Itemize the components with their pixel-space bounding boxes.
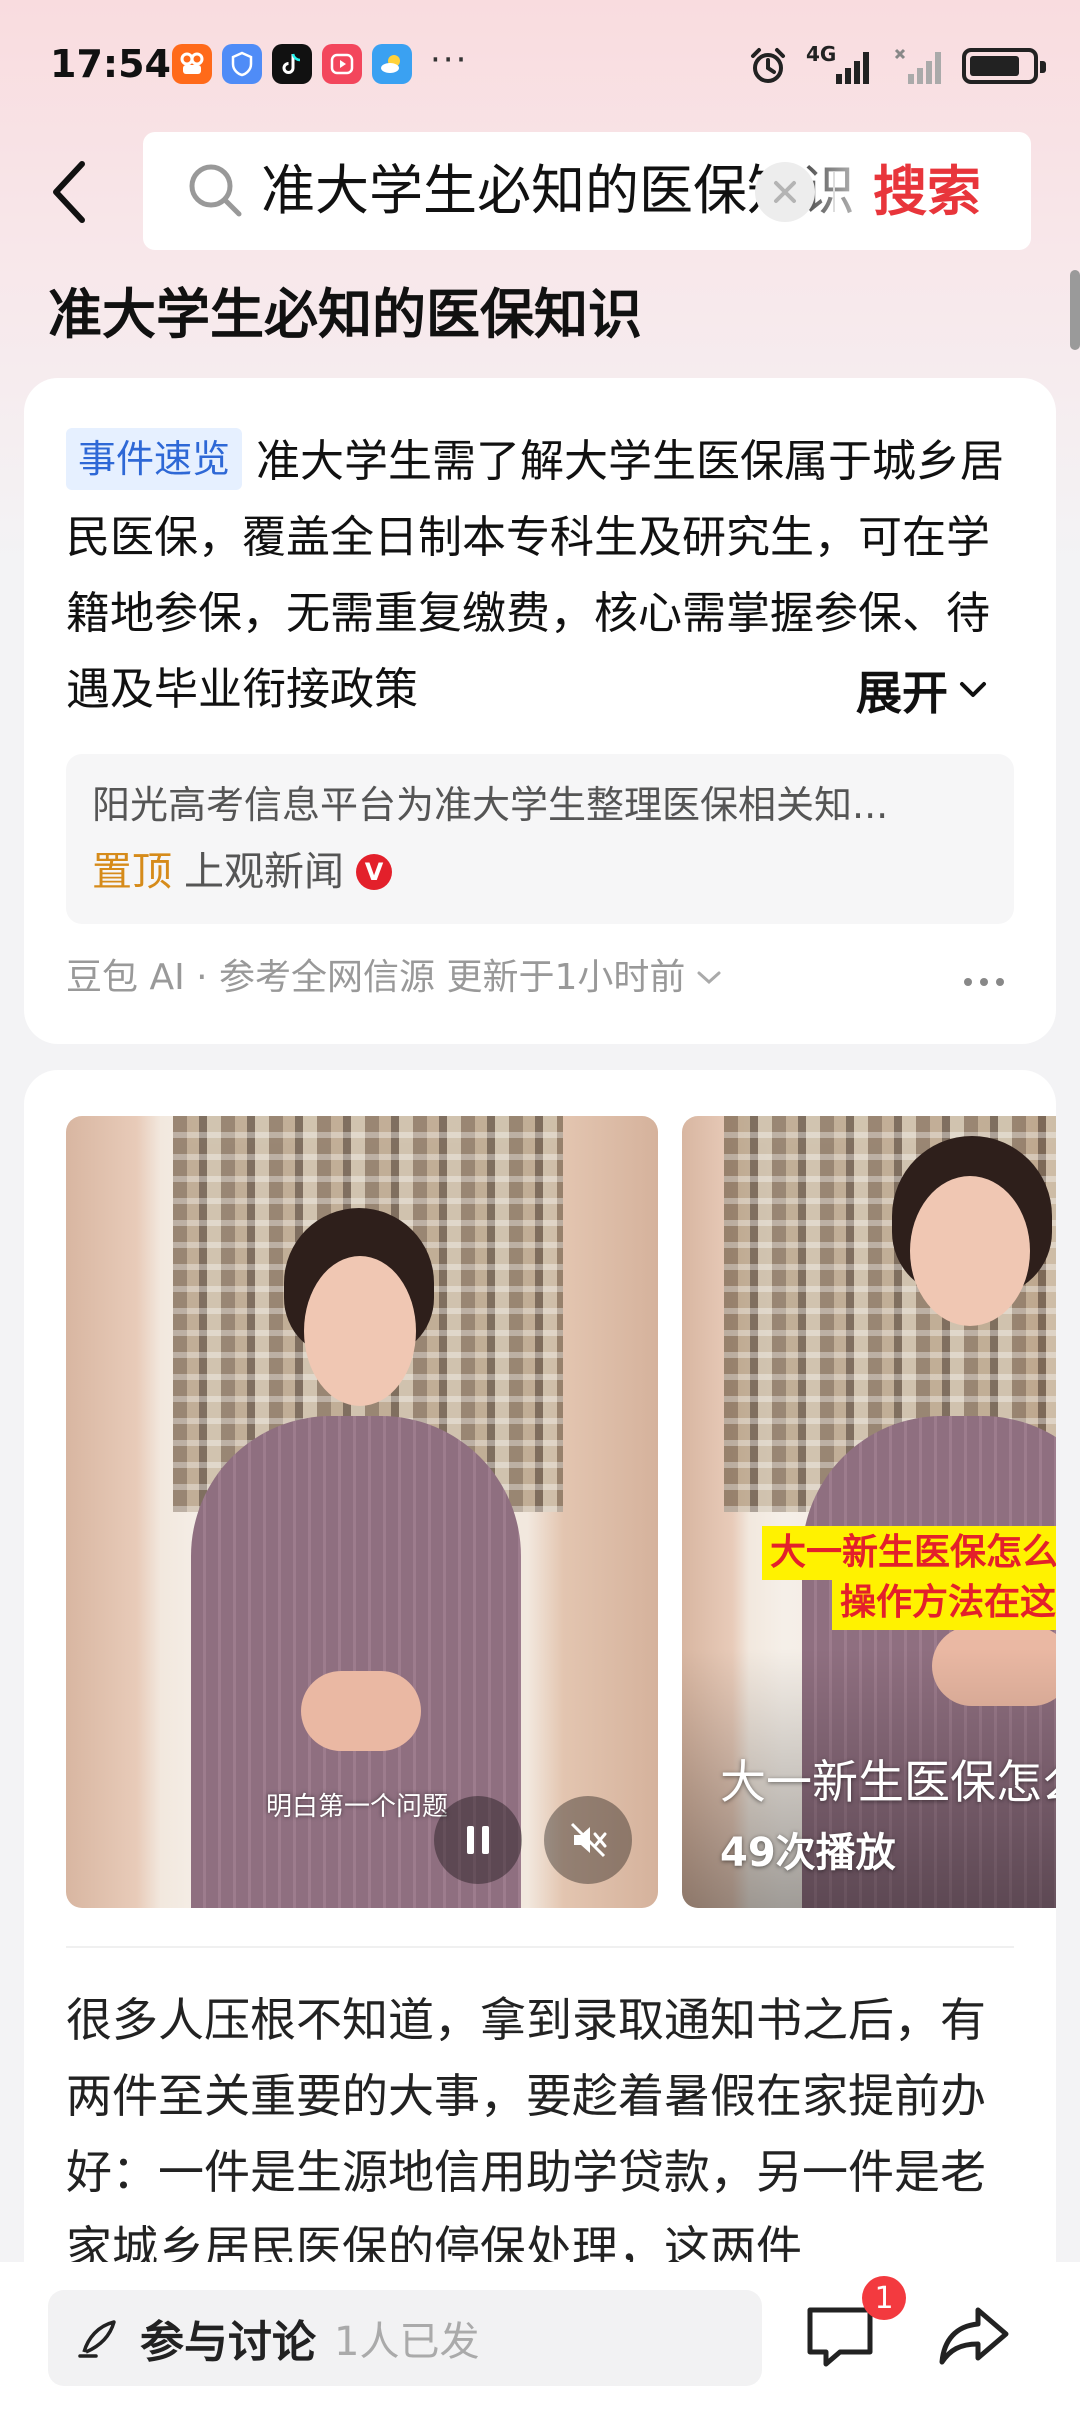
- join-discussion-input[interactable]: 参与讨论 1人已发: [48, 2290, 762, 2386]
- search-bar[interactable]: 准大学生必知的医保知识 搜索: [143, 132, 1031, 250]
- divider: [66, 1946, 1014, 1948]
- source-meta: 置顶 上观新闻 V: [92, 842, 392, 902]
- source-item[interactable]: 阳光高考信息平台为准大学生整理医保相关知... 置顶 上观新闻 V: [66, 754, 1014, 924]
- alarm-icon: [751, 48, 785, 83]
- signal-2-icon: [894, 48, 941, 84]
- verified-badge-icon: V: [356, 854, 392, 890]
- search-divider: [833, 172, 835, 212]
- mute-icon: [570, 1822, 607, 1858]
- pause-button[interactable]: [434, 1796, 522, 1884]
- search-icon: [189, 164, 242, 217]
- event-summary-card: 事件速览 准大学生需了解大学生医保属于城乡居民医保，覆盖全日制本专科生及研究生，可…: [24, 378, 1056, 1044]
- pinned-tag: 置顶: [92, 849, 172, 895]
- page-title: 准大学生必知的医保知识: [48, 283, 642, 346]
- status-bar: 17:54 ··· 4G: [0, 0, 1080, 130]
- scrollbar[interactable]: [1070, 270, 1080, 350]
- more-dots-icon: [964, 978, 1004, 986]
- video-overlay-caption-2: 操作方法在这: [832, 1576, 1056, 1630]
- comment-count-badge: 1: [862, 2276, 906, 2320]
- video-player[interactable]: 明白第一个问题: [66, 1116, 658, 1908]
- chevron-down-icon: [697, 971, 721, 985]
- mute-button[interactable]: [544, 1796, 632, 1884]
- search-button[interactable]: 搜索: [873, 160, 981, 224]
- event-overview-tag: 事件速览: [66, 428, 243, 490]
- video-carousel[interactable]: 明白第一个问题 大一新生医保怎么 操作方法在这 大一新生医保怎么 49次播放: [66, 1116, 1056, 1908]
- share-button[interactable]: [934, 2296, 1014, 2376]
- pen-icon: [78, 2320, 116, 2358]
- share-icon: [939, 2307, 1009, 2365]
- more-notifications-indicator: ···: [430, 40, 469, 80]
- back-arrow-icon: [53, 161, 85, 223]
- clear-search-button[interactable]: [755, 162, 815, 222]
- kuaishou-icon: [172, 44, 212, 84]
- expand-label: 展开: [856, 666, 948, 720]
- signal-icon: 4G: [806, 42, 876, 86]
- source-title: 阳光高考信息平台为准大学生整理医保相关知...: [92, 783, 889, 827]
- chevron-down-icon: [960, 682, 986, 697]
- status-time: 17:54: [50, 42, 171, 86]
- ai-source-footer[interactable]: 豆包 AI · 参考全网信源 更新于1小时前: [66, 948, 723, 1008]
- video-title: 大一新生医保怎么: [720, 1755, 1056, 1809]
- video-overlay-caption: 大一新生医保怎么: [762, 1526, 1056, 1580]
- footer-text: 豆包 AI · 参考全网信源 更新于1小时前: [66, 957, 686, 998]
- bottom-action-bar: 参与讨论 1人已发 1: [0, 2262, 1080, 2412]
- shield-app-icon: [222, 44, 262, 84]
- notification-app-icons: [172, 44, 412, 84]
- system-status-icons: 4G: [748, 42, 1046, 86]
- discussion-count: 1人已发: [334, 2319, 480, 2365]
- video-app-icon: [322, 44, 362, 84]
- pause-icon: [467, 1826, 489, 1854]
- video-play-count: 49次播放: [720, 1830, 896, 1876]
- discussion-label: 参与讨论: [140, 2317, 316, 2368]
- battery-icon: [962, 48, 1046, 84]
- battery-fill: [970, 56, 1019, 76]
- close-icon: [774, 181, 796, 203]
- more-options-button[interactable]: [962, 952, 1006, 998]
- tiktok-icon: [272, 44, 312, 84]
- video-card-2[interactable]: 大一新生医保怎么 操作方法在这 大一新生医保怎么 49次播放: [682, 1116, 1056, 1908]
- back-button[interactable]: [38, 152, 98, 232]
- expand-button[interactable]: 展开: [764, 652, 1026, 728]
- source-name: 上观新闻: [184, 849, 344, 895]
- video-subtitle: 明白第一个问题: [266, 1792, 449, 1822]
- video-article-card: 明白第一个问题 大一新生医保怎么 操作方法在这 大一新生医保怎么 49次播放 很…: [24, 1070, 1056, 2412]
- article-excerpt[interactable]: 很多人压根不知道，拿到录取通知书之后，有两件至关重要的大事，要趁着暑假在家提前办…: [66, 1982, 1026, 2286]
- weather-icon: [372, 44, 412, 84]
